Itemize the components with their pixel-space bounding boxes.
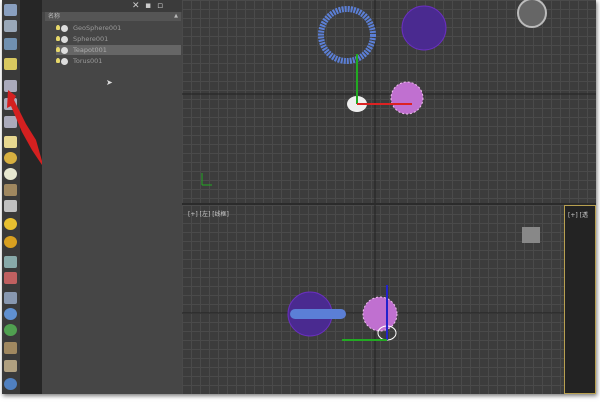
- save-icon[interactable]: ▪: [145, 1, 151, 11]
- torus-object[interactable]: [290, 309, 346, 319]
- link-icon[interactable]: [4, 256, 17, 268]
- render-icon[interactable]: [61, 35, 68, 43]
- bone-icon[interactable]: [4, 184, 17, 196]
- list-item-geosphere[interactable]: GeoSphere001: [56, 23, 181, 33]
- red-arrow: [7, 90, 44, 168]
- close-icon[interactable]: ✕: [132, 1, 140, 11]
- item-label: Torus001: [73, 57, 103, 65]
- torus-object[interactable]: [318, 6, 376, 64]
- hierarchy-icon[interactable]: [4, 292, 17, 304]
- light-bulb-icon[interactable]: [56, 25, 60, 30]
- sphere-object[interactable]: [362, 296, 398, 332]
- mouse-cursor-icon: ➤: [106, 78, 113, 87]
- light-bulb-icon[interactable]: [56, 36, 60, 41]
- render-icon[interactable]: [61, 24, 68, 32]
- light-bulb-icon[interactable]: [56, 58, 60, 63]
- cone-icon[interactable]: [4, 200, 17, 212]
- top-viewport[interactable]: [182, 0, 596, 203]
- light-bulb-icon[interactable]: [56, 47, 60, 52]
- tool-icon[interactable]: [4, 360, 17, 372]
- filter-icon[interactable]: ▫: [157, 1, 163, 11]
- item-label: Teapot001: [73, 46, 107, 54]
- name-column-header[interactable]: 名称 ▲: [45, 12, 181, 21]
- scene-explorer-toolbar: ✕ ▪ ▫: [42, 0, 182, 12]
- leaf-icon[interactable]: [4, 324, 17, 336]
- viewport-label[interactable]: [+] [透: [568, 210, 588, 219]
- globe-icon[interactable]: [4, 308, 17, 320]
- bind-icon[interactable]: [4, 272, 17, 284]
- sphere-object[interactable]: [390, 81, 424, 115]
- list-item-torus[interactable]: Torus001: [56, 56, 181, 66]
- viewcube-icon[interactable]: [522, 227, 540, 243]
- render-icon[interactable]: [61, 46, 68, 54]
- scene-explorer-panel: ✕ ▪ ▫ 名称 ▲ GeoSphere001 Sphere001 Teapot0…: [42, 0, 182, 394]
- viewcube-icon[interactable]: [517, 0, 547, 28]
- list-item-teapot[interactable]: Teapot001: [56, 45, 181, 55]
- left-viewport[interactable]: [+] [左] [线框]: [182, 205, 564, 394]
- render-icon[interactable]: [61, 57, 68, 65]
- item-label: GeoSphere001: [73, 24, 122, 32]
- particle-icon[interactable]: [4, 236, 17, 248]
- sort-icon[interactable]: ▲: [174, 12, 178, 21]
- sun-icon[interactable]: [4, 218, 17, 230]
- 3dsmax-window: ✕ ▪ ▫ 名称 ▲ GeoSphere001 Sphere001 Teapot0…: [2, 0, 596, 394]
- list-item-sphere[interactable]: Sphere001: [56, 34, 181, 44]
- biped-icon[interactable]: [4, 342, 17, 354]
- geosphere-object[interactable]: [401, 5, 447, 51]
- world-icon[interactable]: [4, 378, 17, 390]
- perspective-viewport[interactable]: [+] [透: [564, 205, 596, 394]
- axis-tripod-icon: [201, 173, 212, 186]
- item-label: Sphere001: [73, 35, 109, 43]
- column-header-label: 名称: [48, 13, 61, 20]
